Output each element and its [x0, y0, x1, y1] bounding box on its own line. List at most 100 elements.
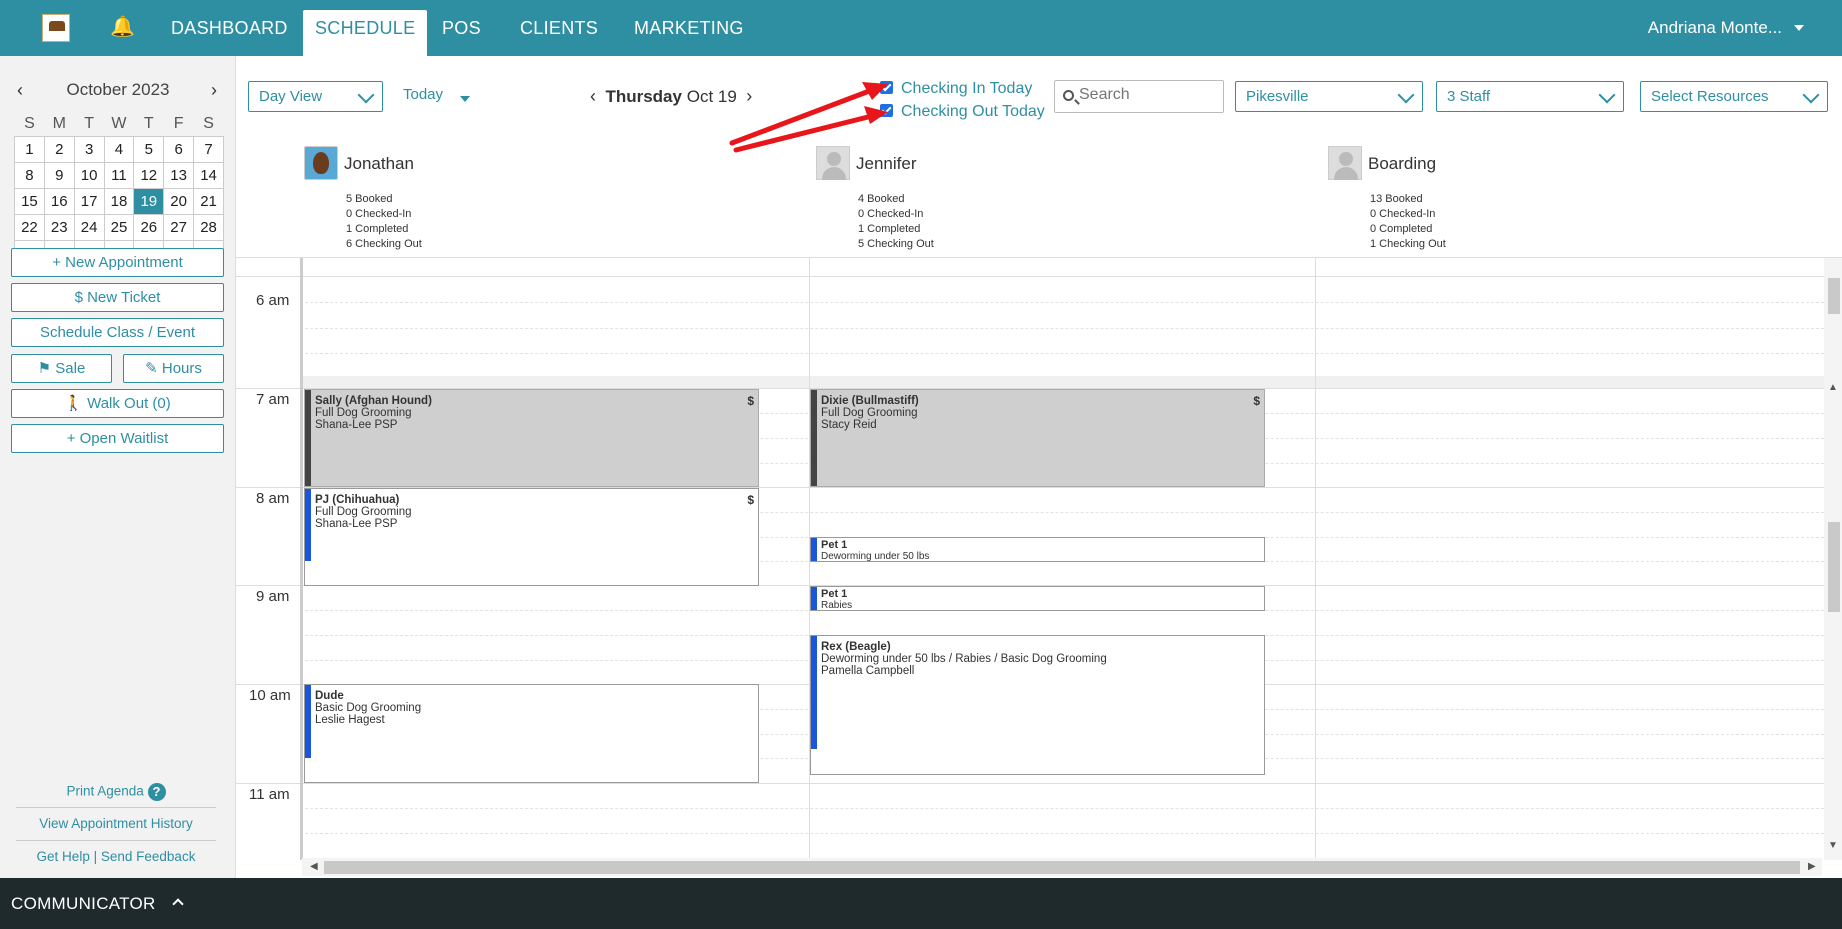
staff-stats: 13 Booked 0 Checked-In 0 Completed 1 Che…	[1370, 192, 1446, 252]
checking-out-checkbox[interactable]: Checking Out Today	[880, 103, 1045, 121]
top-nav: 🔔 DASHBOARD SCHEDULE POS CLIENTS MARKETI…	[0, 0, 1842, 56]
appointment-card[interactable]: Pet 1 Rabies	[810, 586, 1265, 611]
calendar-day[interactable]: 14	[193, 161, 224, 189]
hours-button[interactable]: ✎ Hours	[123, 354, 224, 383]
user-menu[interactable]: Andriana Monte...	[1648, 18, 1782, 38]
calendar-day[interactable]: 28	[193, 213, 224, 241]
new-ticket-button[interactable]: $ New Ticket	[11, 283, 224, 312]
view-select[interactable]: Day View	[248, 81, 383, 112]
help-links: Get Help | Send Feedback	[16, 849, 216, 864]
staff-select[interactable]: 3 Staff	[1436, 81, 1624, 112]
staff-value: 3 Staff	[1447, 88, 1491, 105]
calendar-day[interactable]: 5	[133, 135, 165, 163]
staff-name: Boarding	[1368, 154, 1437, 173]
get-help-link[interactable]: Get Help	[37, 849, 90, 864]
communicator-bar[interactable]: COMMUNICATOR	[0, 878, 1842, 929]
calendar-day[interactable]: 1	[14, 135, 45, 163]
prev-day-icon[interactable]: ‹	[590, 86, 596, 106]
location-select[interactable]: Pikesville	[1235, 81, 1423, 112]
open-waitlist-button[interactable]: + Open Waitlist	[11, 424, 224, 453]
appointment-card[interactable]: Dixie (Bullmastiff) Full Dog Grooming St…	[810, 389, 1265, 487]
checkbox-checked-icon[interactable]	[880, 81, 893, 94]
view-history-link[interactable]: View Appointment History	[16, 816, 216, 831]
chevron-up-icon[interactable]	[172, 898, 184, 910]
nav-schedule[interactable]: SCHEDULE	[303, 10, 428, 56]
nav-dashboard[interactable]: DASHBOARD	[171, 18, 288, 39]
weekday-label: M	[52, 114, 66, 132]
help-icon[interactable]: ?	[147, 783, 166, 801]
appointment-card[interactable]: PJ (Chihuahua) Full Dog Grooming Shana-L…	[304, 488, 759, 586]
calendar-day[interactable]: 22	[14, 213, 45, 241]
calendar-day[interactable]: 23	[43, 213, 75, 241]
calendar-day[interactable]: 27	[163, 213, 195, 241]
horizontal-scrollbar[interactable]: ◀ ▶	[302, 858, 1822, 876]
today-button[interactable]: Today	[403, 86, 443, 103]
caret-down-icon[interactable]	[460, 96, 470, 102]
scrollbar-thumb[interactable]	[1828, 522, 1840, 612]
calendar-day[interactable]: 25	[103, 213, 135, 241]
send-feedback-link[interactable]: Send Feedback	[101, 849, 196, 864]
scroll-left-icon[interactable]: ◀	[310, 861, 318, 872]
search-icon	[1063, 90, 1074, 101]
schedule-class-button[interactable]: Schedule Class / Event	[11, 318, 224, 347]
calendar-day[interactable]: 19	[133, 187, 165, 215]
new-appointment-button[interactable]: + New Appointment	[11, 248, 224, 277]
calendar-day[interactable]: 26	[133, 213, 165, 241]
calendar-day[interactable]: 18	[103, 187, 135, 215]
scrollbar-thumb[interactable]	[1828, 278, 1840, 314]
appointment-service: Rabies	[821, 600, 853, 611]
sale-button[interactable]: ⚑ Sale	[11, 354, 112, 383]
resources-value: Select Resources	[1651, 88, 1769, 105]
nav-clients[interactable]: CLIENTS	[520, 18, 598, 39]
business-logo[interactable]	[42, 14, 70, 42]
calendar-day[interactable]: 10	[73, 161, 105, 189]
calendar-day[interactable]: 3	[73, 135, 105, 163]
appointment-card[interactable]: Sally (Afghan Hound) Full Dog Grooming S…	[304, 389, 759, 487]
grid-line	[300, 353, 1824, 354]
chevron-down-icon	[1397, 86, 1415, 104]
vertical-scrollbar[interactable]: ▲ ▼	[1824, 258, 1842, 860]
next-day-icon[interactable]: ›	[746, 86, 752, 106]
scroll-right-icon[interactable]: ▶	[1808, 861, 1816, 872]
caret-down-icon[interactable]	[1794, 25, 1804, 31]
staff-name: Jennifer	[856, 154, 917, 173]
calendar-day[interactable]: 17	[73, 187, 105, 215]
appointment-card[interactable]: Rex (Beagle) Deworming under 50 lbs / Ra…	[810, 635, 1265, 775]
completed-count: 0 Completed	[1370, 223, 1433, 235]
calendar-day[interactable]: 11	[103, 161, 135, 189]
calendar-day[interactable]: 13	[163, 161, 195, 189]
calendar-day[interactable]: 2	[43, 135, 75, 163]
calendar-day[interactable]: 9	[43, 161, 75, 189]
appointment-staff: Pamella Campbell	[821, 665, 915, 677]
checkbox-checked-icon[interactable]	[880, 104, 893, 117]
calendar-day[interactable]: 24	[73, 213, 105, 241]
walk-out-button[interactable]: 🚶 Walk Out (0)	[11, 389, 224, 418]
scroll-down-icon[interactable]: ▼	[1828, 840, 1838, 851]
calendar-day[interactable]: 20	[163, 187, 195, 215]
calendar-day[interactable]: 8	[14, 161, 45, 189]
calendar-day[interactable]: 16	[43, 187, 75, 215]
nav-marketing[interactable]: MARKETING	[634, 18, 744, 39]
scrollbar-thumb[interactable]	[324, 861, 1800, 874]
search-input[interactable]	[1079, 86, 1219, 104]
nav-pos[interactable]: POS	[442, 18, 481, 39]
next-month-icon[interactable]: ›	[206, 80, 222, 100]
calendar-day[interactable]: 12	[133, 161, 165, 189]
paid-dollar-icon: $	[747, 493, 754, 507]
print-agenda-link[interactable]: Print Agenda	[66, 784, 143, 799]
calendar-day[interactable]: 4	[103, 135, 135, 163]
calendar-day[interactable]: 6	[163, 135, 195, 163]
appointment-service: Basic Dog Grooming	[315, 702, 422, 714]
schedule-grid[interactable]: 6 am 7 am 8 am 9 am 10 am 11 am Sally (A…	[236, 258, 1824, 860]
appointment-card[interactable]: Dude Basic Dog Grooming Leslie Hagest	[304, 684, 759, 783]
checking-in-checkbox[interactable]: Checking In Today	[880, 80, 1032, 98]
appointment-card[interactable]: Pet 1 Deworming under 50 lbs	[810, 537, 1265, 562]
resources-select[interactable]: Select Resources	[1640, 81, 1828, 112]
calendar-day[interactable]: 15	[14, 187, 45, 215]
status-bar	[305, 390, 311, 486]
bell-icon[interactable]: 🔔	[110, 16, 135, 38]
calendar-day[interactable]: 7	[193, 135, 224, 163]
sale-label: Sale	[55, 360, 86, 377]
scroll-up-icon[interactable]: ▲	[1828, 382, 1838, 393]
calendar-day[interactable]: 21	[193, 187, 224, 215]
